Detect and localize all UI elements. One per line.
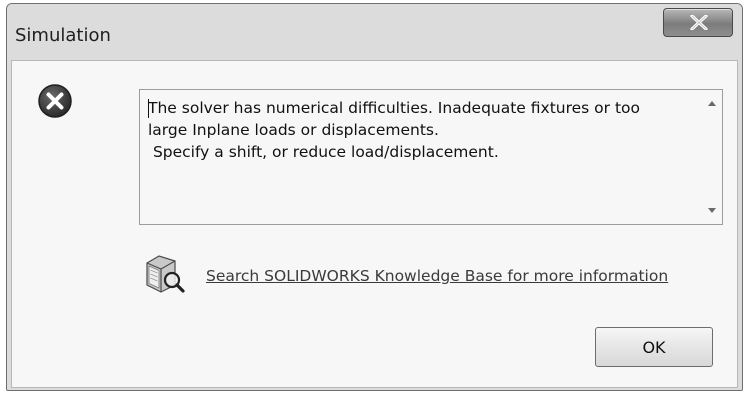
error-message-textarea[interactable]: The solver has numerical difficulties. I… <box>139 89 723 225</box>
error-message-text: The solver has numerical difficulties. I… <box>148 99 641 161</box>
simulation-dialog-window: Simulation The solver has numerical diff… <box>6 3 743 391</box>
title-bar[interactable]: Simulation <box>7 4 742 64</box>
error-circle-x-icon <box>38 84 72 118</box>
close-x-icon <box>690 15 708 30</box>
ok-button[interactable]: OK <box>595 327 713 367</box>
close-button[interactable] <box>663 8 733 37</box>
window-title: Simulation <box>15 25 111 46</box>
book-magnifier-icon <box>146 255 185 293</box>
dialog-body: The solver has numerical difficulties. I… <box>11 60 738 388</box>
message-scrollbar[interactable] <box>702 90 722 224</box>
knowledge-base-link[interactable]: Search SOLIDWORKS Knowledge Base for mor… <box>206 267 668 285</box>
scroll-down-arrow-icon[interactable] <box>704 202 720 218</box>
scroll-up-arrow-icon[interactable] <box>704 96 720 112</box>
text-cursor <box>148 99 149 118</box>
